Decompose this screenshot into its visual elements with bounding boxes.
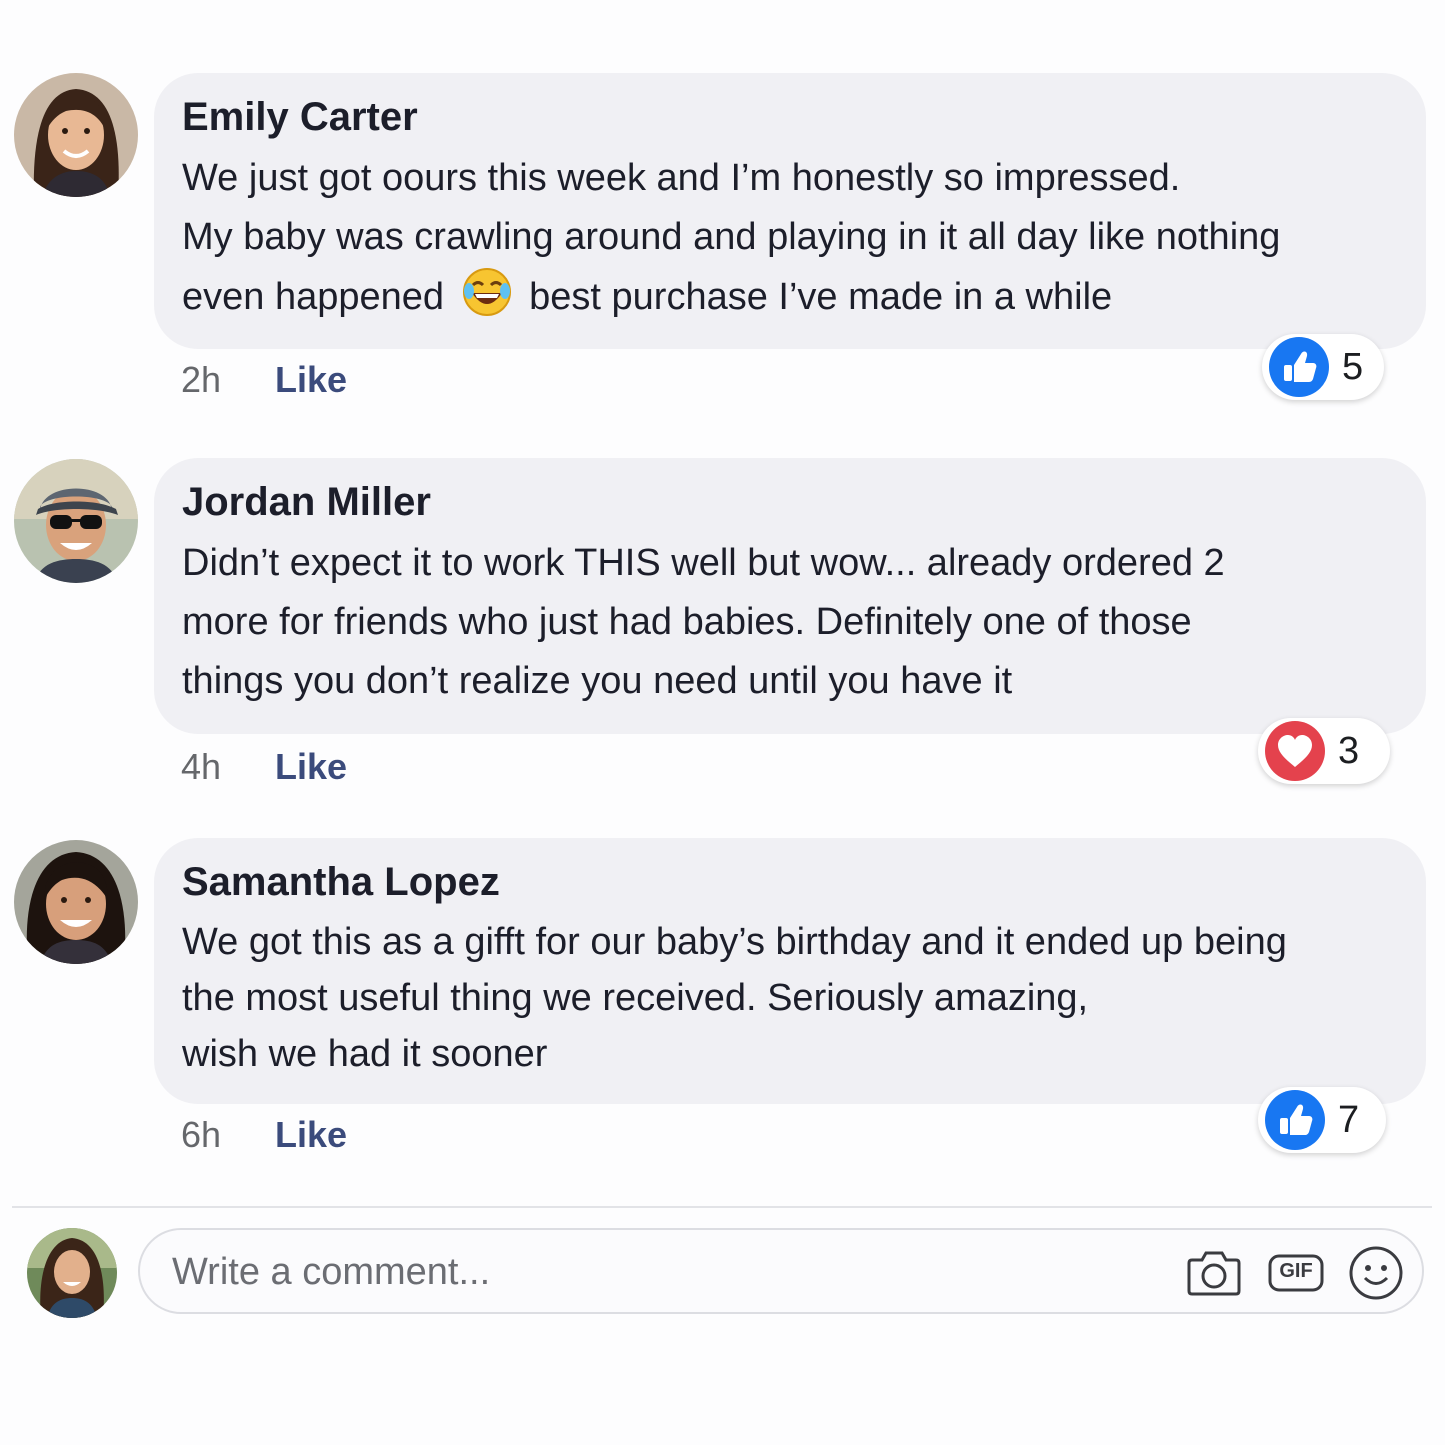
avatar[interactable] bbox=[14, 840, 138, 964]
like-button[interactable]: Like bbox=[275, 746, 347, 787]
emoji-icon[interactable] bbox=[1348, 1245, 1404, 1301]
current-user-avatar[interactable] bbox=[27, 1228, 117, 1318]
comment-text-line: even happened best purchase I’ve made in… bbox=[182, 267, 1398, 335]
comment-author[interactable]: Samantha Lopez bbox=[182, 858, 1398, 906]
reaction-count: 7 bbox=[1338, 1098, 1360, 1141]
comment-text-line: things you don’t realize you need until … bbox=[182, 660, 1013, 702]
comment-input[interactable] bbox=[170, 1244, 1134, 1300]
comment-timestamp[interactable]: 2h bbox=[181, 359, 275, 401]
comment-text-line: Didn’t expect it to work THIS well but w… bbox=[182, 542, 1225, 584]
comment-meta: 2h Like bbox=[181, 359, 347, 401]
reaction-summary[interactable]: 3 bbox=[1258, 718, 1390, 784]
divider bbox=[12, 1206, 1432, 1208]
thumbs-up-icon bbox=[1269, 337, 1329, 397]
reaction-summary[interactable]: 5 bbox=[1262, 334, 1384, 400]
comment-text-line: more for friends who just had babies. De… bbox=[182, 601, 1192, 643]
comment-text-fragment: best purchase I’ve made in a while bbox=[529, 276, 1113, 318]
comment-timestamp[interactable]: 6h bbox=[181, 1114, 275, 1156]
gif-button[interactable]: GIF bbox=[1268, 1254, 1324, 1292]
comment-timestamp[interactable]: 4h bbox=[181, 746, 275, 788]
avatar[interactable] bbox=[14, 73, 138, 197]
laughing-emoji-icon bbox=[461, 267, 513, 335]
comment-bubble: Emily Carter We just got oours this week… bbox=[154, 73, 1426, 349]
comment-author[interactable]: Jordan Miller bbox=[182, 478, 1398, 526]
comment-bubble: Jordan Miller Didn’t expect it to work T… bbox=[154, 458, 1426, 734]
avatar[interactable] bbox=[14, 459, 138, 583]
camera-icon[interactable] bbox=[1186, 1246, 1242, 1298]
comment-meta: 4h Like bbox=[181, 746, 347, 788]
comment-text-line: We just got oours this week and I’m hone… bbox=[182, 157, 1181, 199]
gif-label: GIF bbox=[1279, 1260, 1313, 1282]
comment-text-line: wish we had it sooner bbox=[182, 1033, 548, 1075]
like-button[interactable]: Like bbox=[275, 359, 347, 400]
comment-text-fragment: even happened bbox=[182, 276, 445, 318]
comment-author[interactable]: Emily Carter bbox=[182, 93, 1398, 141]
comment-meta: 6h Like bbox=[181, 1114, 347, 1156]
comment-text-line: the most useful thing we received. Serio… bbox=[182, 977, 1089, 1019]
reaction-count: 5 bbox=[1342, 345, 1364, 388]
thumbs-up-icon bbox=[1265, 1090, 1325, 1150]
comment-text-line: My baby was crawling around and playing … bbox=[182, 216, 1281, 258]
like-button[interactable]: Like bbox=[275, 1114, 347, 1155]
comment-composer: GIF bbox=[138, 1228, 1424, 1314]
comment-text-line: We got this as a gifft for our baby’s bi… bbox=[182, 921, 1287, 963]
heart-icon bbox=[1265, 721, 1325, 781]
reaction-summary[interactable]: 7 bbox=[1258, 1087, 1386, 1153]
reaction-count: 3 bbox=[1338, 729, 1360, 772]
comment-bubble: Samantha Lopez We got this as a gifft fo… bbox=[154, 838, 1426, 1104]
